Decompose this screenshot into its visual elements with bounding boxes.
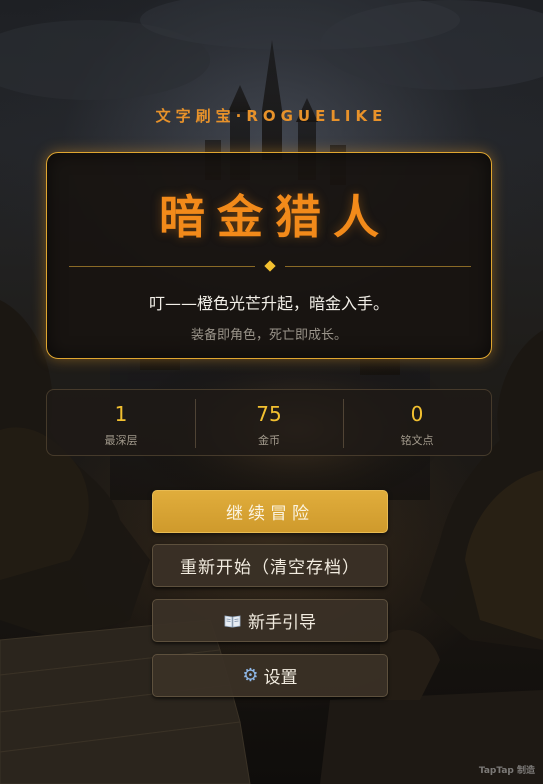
divider-line-right <box>285 266 471 267</box>
stat-value: 1 <box>114 402 128 426</box>
gear-icon: ⚙ <box>242 665 259 686</box>
tagline: 叮——橙色光芒升起，暗金入手。 <box>148 294 389 313</box>
book-icon <box>224 615 241 627</box>
continue-button[interactable]: 继续冒险 <box>152 490 388 533</box>
game-title: 暗金猎人 <box>159 190 391 244</box>
stat-label: 铭文点 <box>400 434 434 447</box>
stat-value: 75 <box>256 402 282 426</box>
stat-inscription-points: 0 铭文点 <box>343 390 491 455</box>
title-card: 暗金猎人 叮——橙色光芒升起，暗金入手。 装备即角色，死亡即成长。 <box>46 152 492 359</box>
title-divider <box>69 260 471 272</box>
divider-line-left <box>69 266 255 267</box>
settings-button[interactable]: ⚙ 设置 <box>152 654 388 697</box>
diamond-icon <box>264 260 276 272</box>
stat-label: 金币 <box>258 434 280 447</box>
stats-panel: 1 最深层 75 金币 0 铭文点 <box>46 389 492 456</box>
slogan: 装备即角色，死亡即成长。 <box>190 328 347 343</box>
stat-deepest-floor: 1 最深层 <box>47 390 195 455</box>
stat-value: 0 <box>410 402 424 426</box>
stat-label: 最深层 <box>104 434 138 447</box>
tutorial-button[interactable]: 新手引导 <box>152 599 388 642</box>
game-subtitle: 文字刷宝·ROGUELIKE <box>155 107 388 125</box>
restart-button-label: 重新开始（清空存档） <box>180 558 360 578</box>
settings-button-label: 设置 <box>263 668 298 688</box>
restart-button[interactable]: 重新开始（清空存档） <box>152 544 388 587</box>
continue-button-label: 继续冒险 <box>226 504 314 524</box>
tutorial-button-label: 新手引导 <box>248 613 316 633</box>
taptap-watermark: TapTap 制造 <box>478 766 535 776</box>
stat-gold: 75 金币 <box>195 390 343 455</box>
game-main-menu: 文字刷宝·ROGUELIKE 暗金猎人 叮——橙色光芒升起，暗金入手。 装备即角… <box>0 0 543 784</box>
